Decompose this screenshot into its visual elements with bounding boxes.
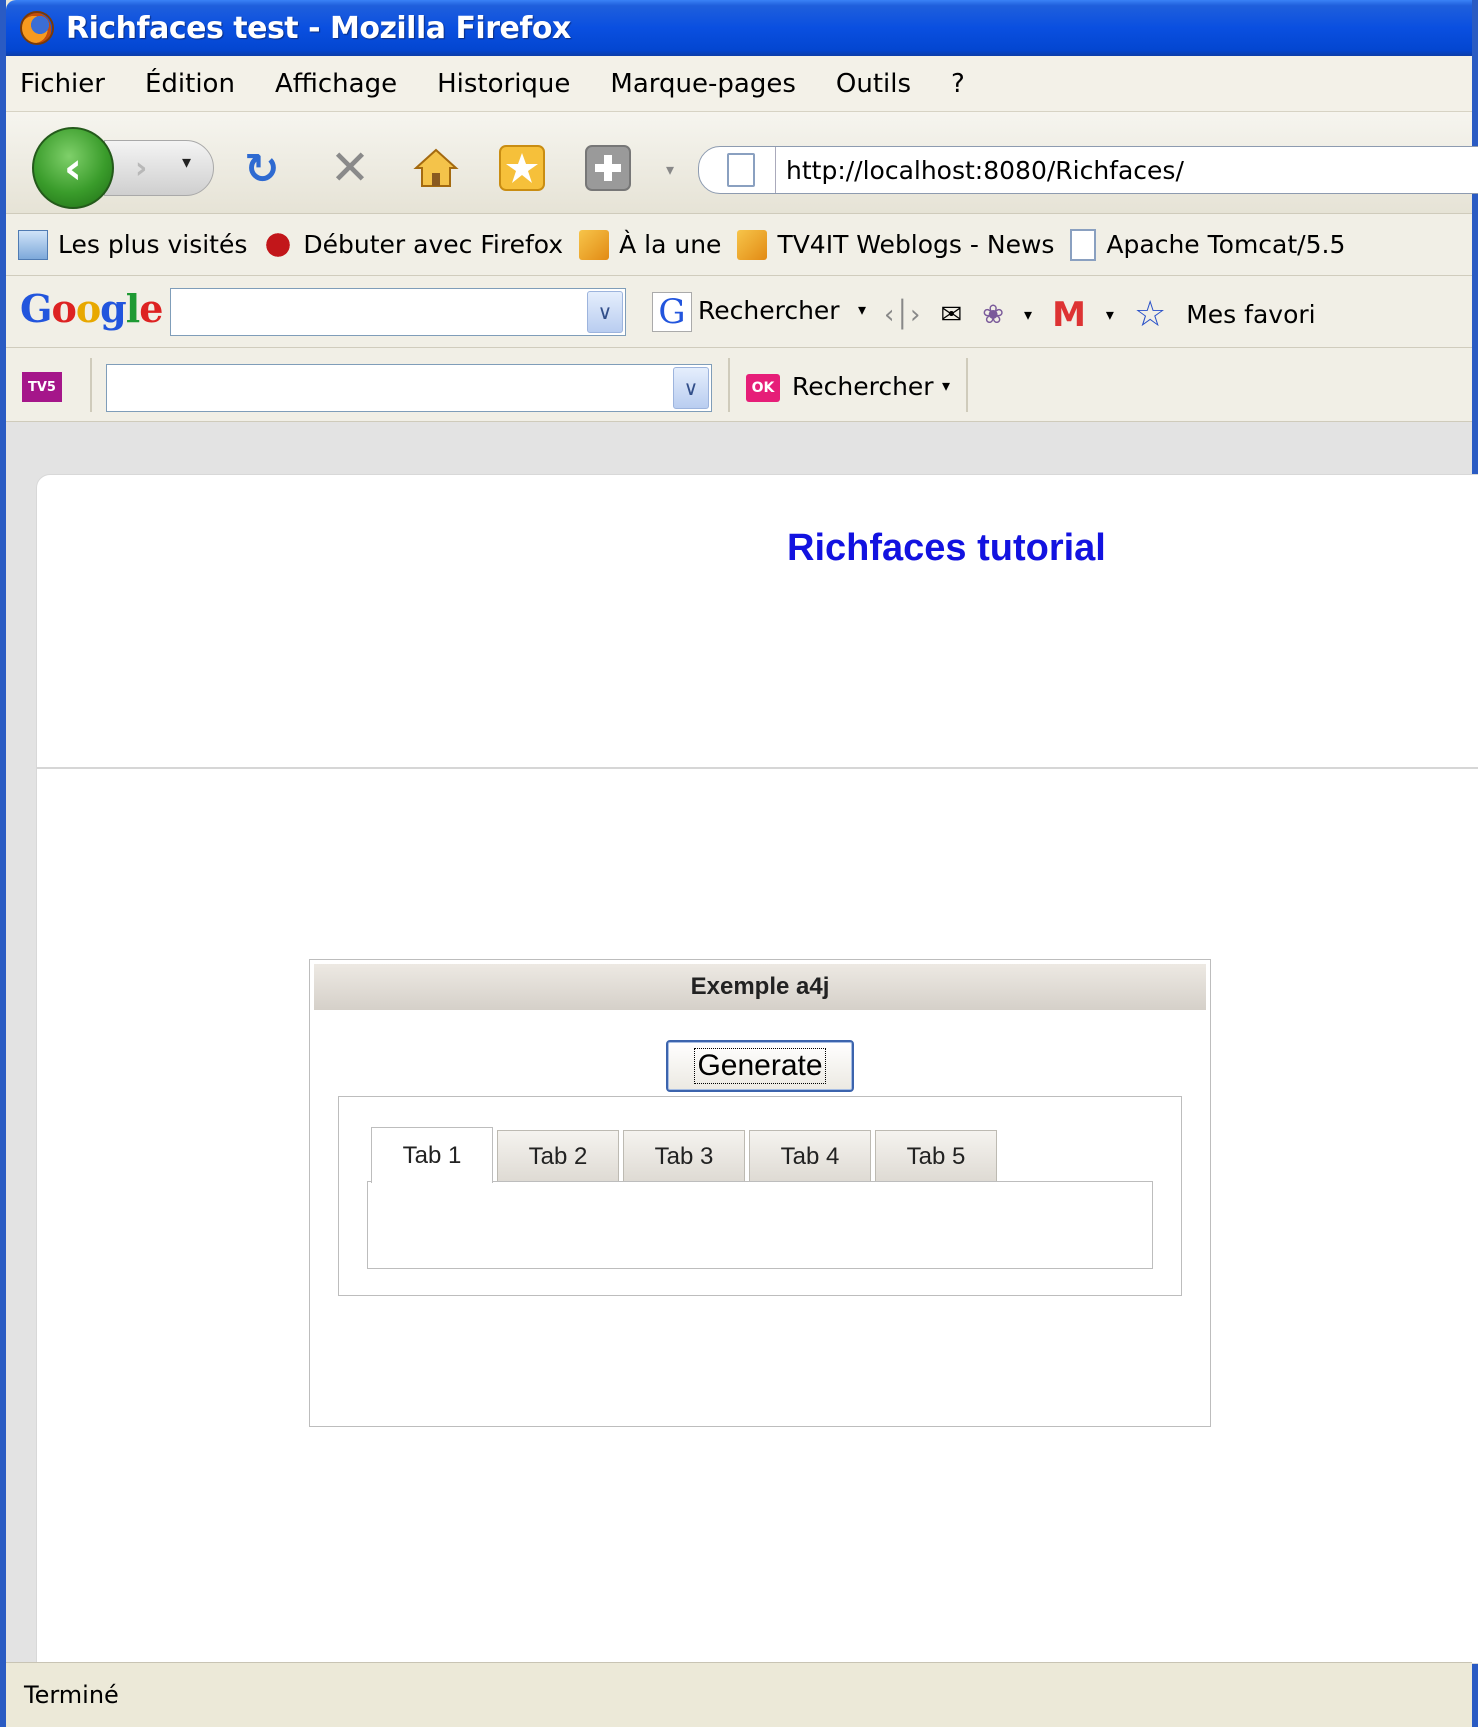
page-title: Richfaces tutorial (787, 527, 1106, 569)
rss-icon (579, 229, 610, 260)
page-icon (1070, 228, 1097, 261)
tv5-toolbar: TV5 ∨ OK Rechercher ▾ (6, 348, 1472, 422)
example-panel: Exemple a4j Generate Tab 1 Tab 2 Tab 3 T… (309, 959, 1211, 1427)
bookmark-debuter-avec-firefox[interactable]: Débuter avec Firefox (263, 229, 564, 260)
back-button[interactable]: ‹ (32, 127, 114, 209)
add-icon[interactable] (582, 142, 634, 194)
menu-historique[interactable]: Historique (437, 69, 570, 99)
bookmark-les-plus-visites[interactable]: Les plus visités (18, 229, 248, 260)
google-toolbar: Google ∨ G Rechercher ▾ ‹│› ✉ ❀ ▾ M ▾ ☆ … (6, 276, 1472, 348)
chevron-down-icon[interactable]: ∨ (587, 291, 623, 333)
bookmark-star-icon[interactable] (496, 142, 548, 194)
chevron-down-icon[interactable]: ▾ (1106, 305, 1114, 324)
chevron-down-icon[interactable]: ▾ (858, 300, 866, 319)
google-search-input[interactable]: ∨ (170, 288, 626, 336)
divider (775, 147, 776, 193)
google-toolbar-icons: ‹│› ✉ ❀ ▾ M ▾ ☆ Mes favori (884, 294, 1316, 335)
most-visited-icon (18, 229, 48, 260)
bookmarks-toolbar: Les plus visités Débuter avec Firefox À … (6, 214, 1472, 276)
navigation-toolbar: › ‹ ▾ ↻ ✕ ▾ http://localhost:8080/Richfa… (6, 112, 1478, 214)
browser-window: Richfaces test - Mozilla Firefox Fichier… (0, 0, 1478, 1727)
status-bar: Terminé (6, 1662, 1472, 1727)
tab-5[interactable]: Tab 5 (875, 1130, 997, 1182)
menu-help[interactable]: ? (951, 69, 965, 99)
url-input[interactable]: http://localhost:8080/Richfaces/ (786, 156, 1184, 185)
bookmark-a-la-une[interactable]: À la une (579, 229, 722, 260)
tab-strip: Tab 1 Tab 2 Tab 3 Tab 4 Tab 5 (371, 1127, 1001, 1183)
bookmark-label: TV4IT Weblogs - News (777, 230, 1055, 259)
bookmark-apache-tomcat[interactable]: Apache Tomcat/5.5 (1070, 228, 1346, 261)
generate-button[interactable]: Generate (666, 1040, 854, 1092)
title-bar[interactable]: Richfaces test - Mozilla Firefox (6, 0, 1472, 56)
divider (728, 358, 730, 412)
favorites-label[interactable]: Mes favori (1186, 300, 1315, 329)
menu-fichier[interactable]: Fichier (20, 69, 105, 99)
divider (90, 358, 92, 412)
stop-icon[interactable]: ✕ (324, 140, 376, 196)
url-bar[interactable]: http://localhost:8080/Richfaces/ (698, 146, 1478, 194)
chevron-down-icon[interactable]: ∨ (673, 367, 709, 409)
bookmark-tv4it-weblogs[interactable]: TV4IT Weblogs - News (737, 229, 1055, 260)
window-title: Richfaces test - Mozilla Firefox (66, 10, 571, 46)
menu-bar: Fichier Édition Affichage Historique Mar… (6, 56, 1472, 112)
bookmark-label: Apache Tomcat/5.5 (1106, 230, 1346, 259)
news-icon[interactable]: ✉ (940, 300, 962, 330)
menu-affichage[interactable]: Affichage (275, 69, 397, 99)
google-search-button[interactable]: Rechercher (698, 296, 840, 325)
bookmark-label: Les plus visités (58, 230, 248, 259)
status-text: Terminé (24, 1681, 119, 1709)
chevron-down-icon[interactable]: ▾ (942, 376, 950, 395)
divider (966, 358, 968, 412)
tab-2[interactable]: Tab 2 (497, 1130, 619, 1182)
gmail-icon[interactable]: M (1052, 295, 1086, 335)
web-page: Richfaces tutorial Exemple a4j Generate … (36, 474, 1478, 1664)
bookmark-label: Débuter avec Firefox (303, 230, 564, 259)
bookmark-label: À la une (619, 230, 722, 259)
tv5-logo[interactable]: TV5 (22, 372, 62, 402)
google-g-icon[interactable]: G (652, 292, 692, 332)
home-icon[interactable] (410, 142, 462, 194)
ok-icon[interactable]: OK (746, 374, 780, 402)
favorites-star-icon[interactable]: ☆ (1134, 294, 1166, 335)
tab-panel-container: Tab 1 Tab 2 Tab 3 Tab 4 Tab 5 (338, 1096, 1182, 1296)
puzzle-icon[interactable]: ❀ (982, 300, 1004, 330)
history-dropdown-icon[interactable]: ▾ (182, 152, 191, 173)
generate-button-label: Generate (694, 1048, 826, 1084)
tab-1[interactable]: Tab 1 (371, 1127, 493, 1183)
separator-icon: ‹│› (884, 299, 921, 330)
tab-content (367, 1181, 1153, 1269)
menu-outils[interactable]: Outils (836, 69, 911, 99)
urlbar-separator-icon: ▾ (666, 160, 675, 179)
firefox-dino-icon (263, 229, 294, 260)
rss-icon (737, 229, 768, 260)
tv5-search-button[interactable]: Rechercher (792, 372, 934, 401)
menu-edition[interactable]: Édition (145, 69, 235, 99)
tab-4[interactable]: Tab 4 (749, 1130, 871, 1182)
chevron-down-icon[interactable]: ▾ (1024, 305, 1032, 324)
panel-header: Exemple a4j (314, 964, 1206, 1010)
page-icon (727, 153, 755, 187)
menu-marque-pages[interactable]: Marque-pages (610, 69, 795, 99)
google-logo[interactable]: Google (20, 286, 163, 331)
content-area: Richfaces tutorial Exemple a4j Generate … (6, 422, 1478, 1664)
header-divider (37, 767, 1478, 769)
tab-3[interactable]: Tab 3 (623, 1130, 745, 1182)
forward-button[interactable]: › (104, 140, 214, 196)
back-arrow-icon: ‹ (63, 142, 83, 194)
tv5-search-input[interactable]: ∨ (106, 364, 712, 412)
reload-icon[interactable]: ↻ (236, 142, 288, 194)
firefox-logo-icon (20, 11, 54, 45)
